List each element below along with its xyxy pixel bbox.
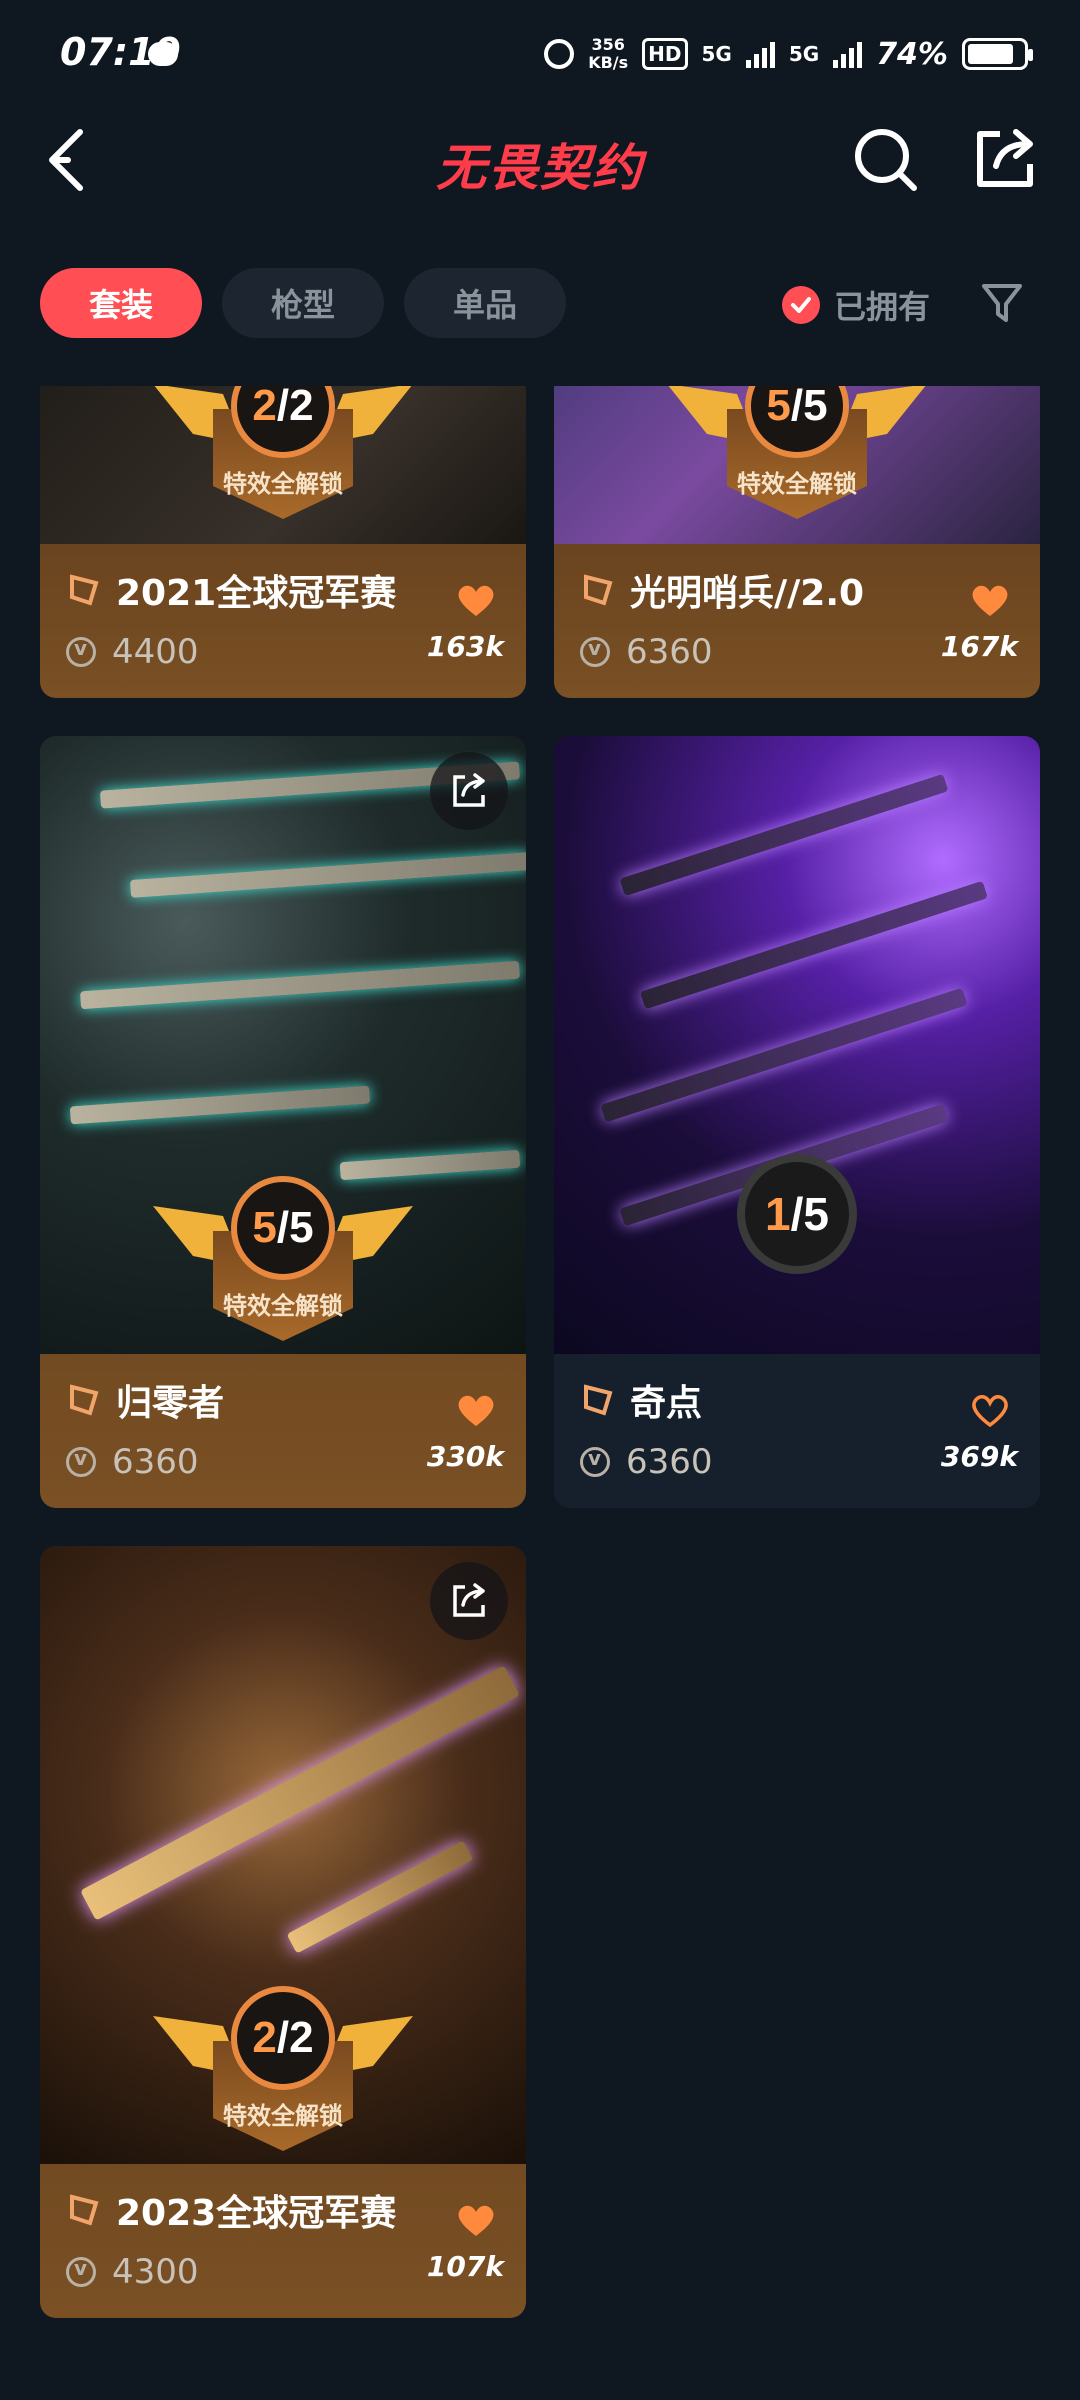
price: 6360	[112, 1442, 199, 1482]
vp-currency-icon	[580, 1446, 610, 1477]
vp-currency-icon	[580, 636, 610, 667]
price: 4300	[112, 2252, 199, 2292]
progress-badge: 5/5	[231, 1176, 335, 1280]
like-count: 163k	[426, 630, 504, 663]
tier-icon	[584, 1384, 613, 1416]
heart-outline-icon[interactable]	[970, 1392, 1010, 1428]
price: 6360	[626, 632, 713, 672]
card-info: 2023全球冠军赛 4300 107k	[40, 2164, 526, 2318]
unlock-text: 特效全解锁	[223, 1292, 343, 1320]
filter-icon[interactable]	[980, 280, 1024, 324]
signal-label-2: 5G	[788, 42, 820, 66]
skin-card-2[interactable]: 5/5 特效全解锁 光明哨兵//2.0 6360 167k	[554, 386, 1040, 698]
unlock-badge: 2/2 特效全解锁	[153, 1986, 413, 2186]
unlock-badge: 2/2 特效全解锁	[153, 386, 413, 554]
like-count: 330k	[426, 1440, 504, 1473]
tab-suits[interactable]: 套装	[40, 268, 202, 338]
card-info: 2021全球冠军赛 4400 163k	[40, 544, 526, 698]
signal-bars-icon	[745, 40, 775, 68]
skin-grid: 2/2 特效全解锁 2021全球冠军赛 4400 163k 5/5 特效全解锁	[0, 386, 1080, 2400]
heart-icon[interactable]	[970, 582, 1010, 618]
share-icon[interactable]	[970, 124, 1040, 194]
heart-icon[interactable]	[456, 582, 496, 618]
share-icon	[453, 773, 485, 807]
skin-name: 2021全球冠军赛	[116, 573, 397, 614]
skin-name: 归零者	[116, 1383, 225, 1424]
vp-currency-icon	[66, 1446, 96, 1477]
skin-card-3[interactable]: 5/5 特效全解锁 归零者 6360 330k	[40, 736, 526, 1508]
battery-percent: 74%	[876, 36, 948, 72]
like-count: 369k	[940, 1440, 1018, 1473]
alarm-icon	[544, 39, 575, 69]
signal-label-1: 5G	[701, 42, 732, 66]
tab-gun-types[interactable]: 枪型	[222, 268, 384, 338]
skin-card-4[interactable]: 1/5 奇点 6360 369k	[554, 736, 1040, 1508]
card-info: 光明哨兵//2.0 6360 167k	[554, 544, 1040, 698]
price: 4400	[112, 632, 199, 672]
card-share-button[interactable]	[430, 1562, 508, 1640]
tier-icon	[70, 574, 99, 606]
like-count: 107k	[426, 2250, 504, 2283]
unlock-text: 特效全解锁	[223, 2102, 343, 2130]
skin-name: 光明哨兵//2.0	[630, 573, 865, 614]
tier-icon	[70, 1384, 99, 1416]
search-icon[interactable]	[850, 124, 920, 194]
heart-icon[interactable]	[456, 2202, 496, 2238]
skin-card-1[interactable]: 2/2 特效全解锁 2021全球冠军赛 4400 163k	[40, 386, 526, 698]
tab-single-items[interactable]: 单品	[404, 268, 566, 338]
unlock-text: 特效全解锁	[223, 470, 343, 498]
speed-unit: KB/s	[588, 53, 629, 72]
vp-currency-icon	[66, 2256, 96, 2287]
vp-currency-icon	[66, 636, 96, 667]
heart-icon[interactable]	[456, 1392, 496, 1428]
price: 6360	[626, 1442, 713, 1482]
network-speed: 356 KB/s	[588, 36, 628, 72]
like-count: 167k	[940, 630, 1018, 663]
tier-icon	[70, 2194, 99, 2226]
card-share-button[interactable]	[430, 752, 508, 830]
owned-filter[interactable]: 已拥有	[782, 282, 930, 328]
speed-value: 356	[591, 35, 625, 54]
progress-badge: 1/5	[737, 1154, 857, 1274]
status-bar: 07:19 356 KB/s HD 5G 5G 74%	[0, 0, 1080, 120]
check-icon	[782, 286, 820, 324]
message-icon	[148, 42, 178, 66]
hd-icon: HD	[642, 38, 688, 70]
battery-icon	[962, 38, 1033, 70]
share-icon	[453, 1583, 485, 1617]
skin-name: 奇点	[630, 1383, 703, 1424]
skin-card-5[interactable]: 2/2 特效全解锁 2023全球冠军赛 4300 107k	[40, 1546, 526, 2318]
skin-name: 2023全球冠军赛	[116, 2193, 397, 2234]
card-info: 归零者 6360 330k	[40, 1354, 526, 1508]
tier-icon	[584, 574, 613, 606]
owned-filter-label: 已拥有	[834, 288, 931, 326]
signal-bars-icon-2	[833, 40, 863, 68]
card-info: 奇点 6360 369k	[554, 1354, 1040, 1508]
status-indicators: 356 KB/s HD 5G 5G 74%	[544, 36, 1033, 72]
unlock-badge: 5/5 特效全解锁	[153, 1176, 413, 1376]
progress-badge: 2/2	[231, 1986, 335, 2090]
unlock-badge: 5/5 特效全解锁	[667, 386, 927, 554]
unlock-text: 特效全解锁	[737, 470, 857, 498]
